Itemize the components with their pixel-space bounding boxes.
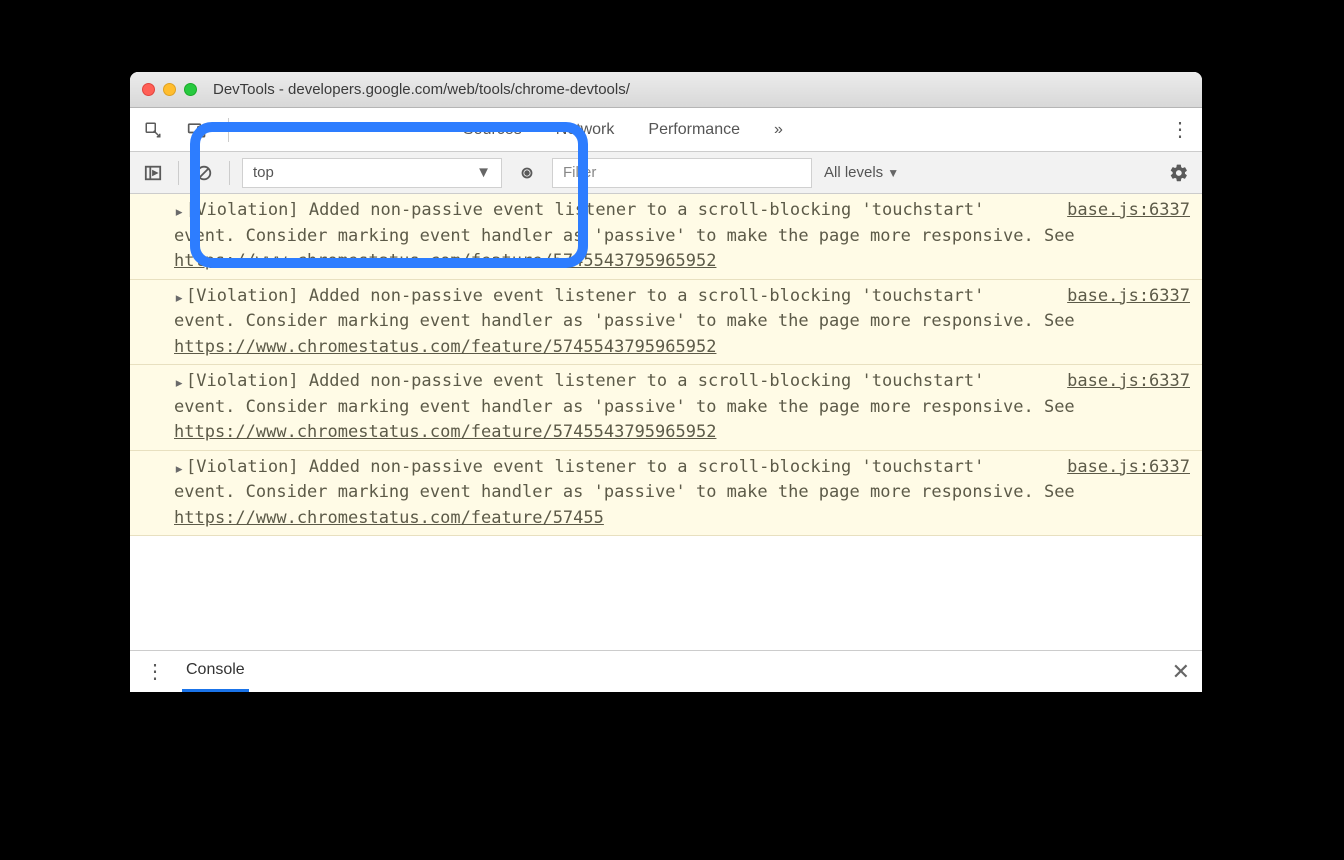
chevron-down-icon: ▼ [887, 166, 899, 180]
kebab-menu-icon[interactable]: ⋮ [1166, 117, 1192, 143]
close-window-button[interactable] [142, 83, 155, 96]
message-source-link[interactable]: base.js:6337 [1067, 284, 1190, 310]
violation-tag: [Violation] [186, 200, 299, 220]
separator [228, 118, 229, 142]
message-text: Added non-passive event listener to a sc… [174, 457, 1075, 503]
context-selector[interactable]: top ▼ [242, 158, 502, 188]
message-source-link[interactable]: base.js:6337 [1067, 455, 1190, 481]
filter-input[interactable] [552, 158, 812, 188]
drawer-tab-label: Console [186, 661, 245, 679]
separator [178, 161, 179, 185]
tab-performance[interactable]: Performance [640, 121, 748, 139]
window-titlebar: DevTools - developers.google.com/web/too… [130, 72, 1202, 108]
context-value: top [253, 164, 274, 181]
inspect-element-icon[interactable] [140, 117, 166, 143]
expand-arrow-icon[interactable]: ▸ [174, 200, 184, 226]
message-link[interactable]: https://www.chromestatus.com/feature/574… [174, 337, 716, 357]
tab-more[interactable]: » [766, 121, 791, 139]
console-toolbar: top ▼ All levels ▼ [130, 152, 1202, 194]
tab-network[interactable]: Network [548, 121, 623, 139]
message-text: Added non-passive event listener to a sc… [174, 200, 1075, 246]
console-message[interactable]: base.js:6337 ▸ [Violation] Added non-pas… [130, 451, 1202, 537]
minimize-window-button[interactable] [163, 83, 176, 96]
violation-tag: [Violation] [186, 286, 299, 306]
expand-arrow-icon[interactable]: ▸ [174, 457, 184, 483]
console-message[interactable]: base.js:6337 ▸ [Violation] Added non-pas… [130, 194, 1202, 280]
console-message[interactable]: base.js:6337 ▸ [Violation] Added non-pas… [130, 280, 1202, 366]
message-text: Added non-passive event listener to a sc… [174, 286, 1075, 332]
separator [229, 161, 230, 185]
violation-tag: [Violation] [186, 371, 299, 391]
levels-label: All levels [824, 164, 883, 181]
message-link[interactable]: https://www.chromestatus.com/feature/574… [174, 422, 716, 442]
show-sidebar-icon[interactable] [140, 160, 166, 186]
traffic-lights [142, 83, 197, 96]
clear-console-icon[interactable] [191, 160, 217, 186]
expand-arrow-icon[interactable]: ▸ [174, 286, 184, 312]
drawer-tab-console[interactable]: Console [182, 651, 249, 692]
device-toolbar-icon[interactable] [184, 117, 210, 143]
close-drawer-icon[interactable]: ✕ [1172, 659, 1190, 685]
kebab-menu-icon[interactable]: ⋮ [142, 659, 168, 685]
console-message[interactable]: base.js:6337 ▸ [Violation] Added non-pas… [130, 365, 1202, 451]
message-link[interactable]: https://www.chromestatus.com/feature/574… [174, 251, 716, 271]
log-levels-selector[interactable]: All levels ▼ [824, 164, 899, 181]
console-messages: base.js:6337 ▸ [Violation] Added non-pas… [130, 194, 1202, 650]
main-tabbar: Sources Network Performance » ⋮ [130, 108, 1202, 152]
maximize-window-button[interactable] [184, 83, 197, 96]
tab-sources[interactable]: Sources [455, 121, 530, 139]
message-source-link[interactable]: base.js:6337 [1067, 198, 1190, 224]
gear-icon[interactable] [1166, 160, 1192, 186]
drawer-bar: ⋮ Console ✕ [130, 650, 1202, 692]
expand-arrow-icon[interactable]: ▸ [174, 371, 184, 397]
message-link[interactable]: https://www.chromestatus.com/feature/574… [174, 508, 604, 528]
window-title: DevTools - developers.google.com/web/too… [213, 81, 630, 98]
message-text: Added non-passive event listener to a sc… [174, 371, 1075, 417]
message-source-link[interactable]: base.js:6337 [1067, 369, 1190, 395]
live-expression-icon[interactable] [514, 160, 540, 186]
violation-tag: [Violation] [186, 457, 299, 477]
chevron-down-icon: ▼ [476, 164, 491, 181]
devtools-window: DevTools - developers.google.com/web/too… [130, 72, 1202, 692]
